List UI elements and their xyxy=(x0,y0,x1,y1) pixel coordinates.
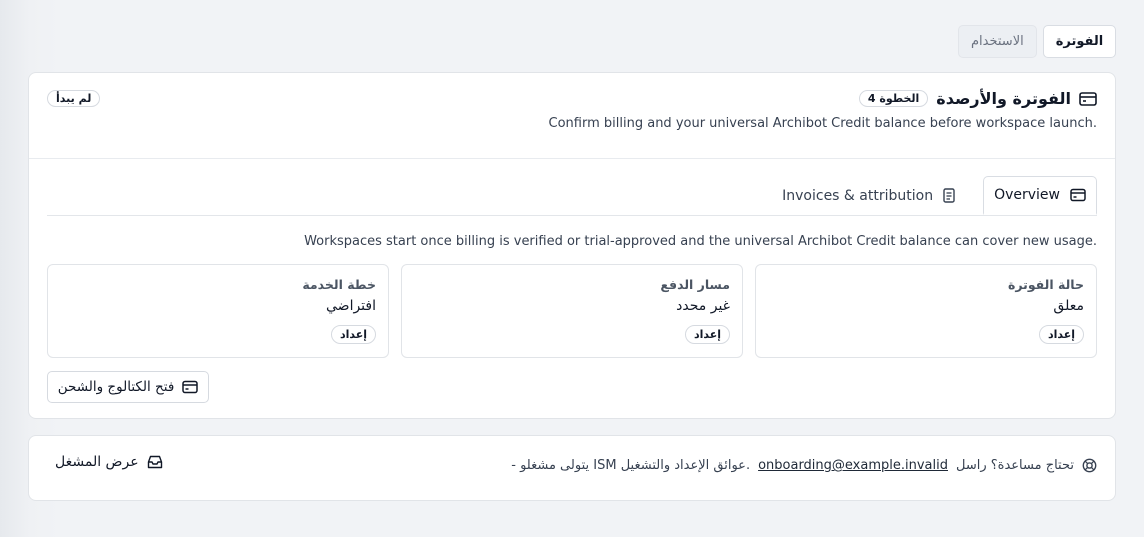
status-badge: لم يبدأ xyxy=(47,90,101,107)
help-card: تحتاج مساعدة؟ راسل onboarding@example.in… xyxy=(28,435,1116,501)
tile-payment-path: مسار الدفع غير محدد إعداد xyxy=(401,264,743,358)
tile-value: غير محدد xyxy=(676,298,730,314)
tab-invoices-label: Invoices & attribution xyxy=(782,187,934,204)
tile-billing-status: حالة الفوترة معلق إعداد xyxy=(755,264,1097,358)
setup-button[interactable]: إعداد xyxy=(1038,325,1084,344)
tab-invoices[interactable]: Invoices & attribution xyxy=(772,176,965,215)
card-header: الفوترة والأرصدة الخطوة 4 Confirm billin… xyxy=(29,73,1115,159)
inner-tab-bar: Overview Invoices & attribution xyxy=(47,176,1097,216)
view-operator-button[interactable]: عرض المشغل xyxy=(55,454,163,470)
tab-usage[interactable]: الاستخدام xyxy=(958,25,1037,58)
step-badge: الخطوة 4 xyxy=(858,90,929,107)
inbox-icon xyxy=(147,455,163,469)
help-suffix: - يتولى مشغلو ISM عوائق الإعداد والتشغيل… xyxy=(511,458,751,473)
setup-button[interactable]: إعداد xyxy=(330,325,376,344)
tile-value: افتراضي xyxy=(326,298,376,314)
status-tiles: حالة الفوترة معلق إعداد مسار الدفع غير م… xyxy=(47,264,1097,358)
open-catalog-label: فتح الكتالوج والشحن xyxy=(57,379,175,395)
page-title: الفوترة والأرصدة xyxy=(936,89,1071,108)
setup-button[interactable]: إعداد xyxy=(684,325,730,344)
help-row: تحتاج مساعدة؟ راسل onboarding@example.in… xyxy=(511,458,1097,473)
tile-label: خطة الخدمة xyxy=(302,277,376,292)
card-icon xyxy=(1079,91,1097,107)
tab-overview[interactable]: Overview xyxy=(983,176,1097,215)
card-icon xyxy=(1070,188,1086,202)
help-prefix: تحتاج مساعدة؟ راسل xyxy=(956,458,1074,473)
tile-value: معلق xyxy=(1053,298,1084,314)
card-icon xyxy=(182,380,199,394)
tile-label: مسار الدفع xyxy=(660,277,730,292)
top-tab-bar: الفوترة الاستخدام xyxy=(958,25,1117,58)
tab-overview-label: Overview xyxy=(994,187,1060,203)
billing-card: الفوترة والأرصدة الخطوة 4 Confirm billin… xyxy=(28,72,1116,419)
open-catalog-button[interactable]: فتح الكتالوج والشحن xyxy=(47,371,209,403)
view-operator-label: عرض المشغل xyxy=(55,454,139,470)
overview-note: Workspaces start once billing is verifie… xyxy=(304,234,1097,249)
title-row: الفوترة والأرصدة الخطوة 4 xyxy=(858,89,1097,108)
tab-billing[interactable]: الفوترة xyxy=(1042,25,1117,58)
document-icon xyxy=(943,188,955,203)
card-subtitle: Confirm billing and your universal Archi… xyxy=(548,116,1097,131)
support-email-link[interactable]: onboarding@example.invalid xyxy=(758,458,948,473)
tile-label: حالة الفوترة xyxy=(1008,277,1084,292)
tile-service-plan: خطة الخدمة افتراضي إعداد xyxy=(47,264,389,358)
help-circle-icon xyxy=(1082,458,1097,473)
